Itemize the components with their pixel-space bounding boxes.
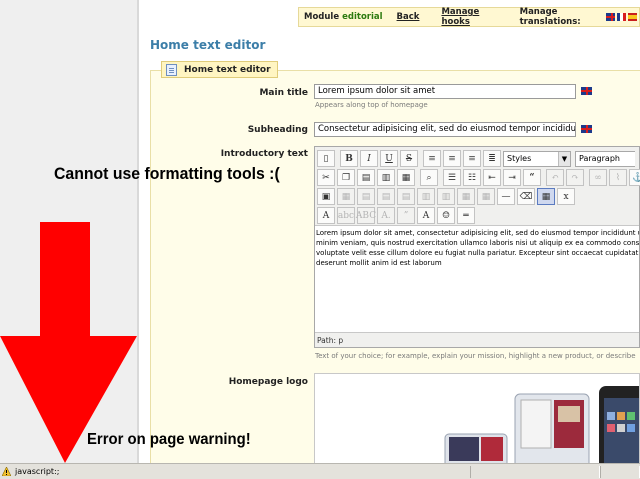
attributes-icon[interactable]: A. (377, 207, 395, 224)
copy-icon[interactable]: ❐ (337, 169, 355, 186)
link-icon[interactable]: ∞ (589, 169, 607, 186)
main-title-input[interactable]: Lorem ipsum dolor sit amet (314, 84, 576, 99)
toolbar-row-2: ✂ ❐ ▤ ▥ ▦ ⌕ ☰ ☷ ⇤ ⇥ “ ↶ ↷ ∞ ⌇ ⚓ (317, 168, 640, 187)
main-title-hint: Appears along top of homepage (315, 101, 428, 109)
paste-icon[interactable]: ▤ (357, 169, 375, 186)
merge-cells-icon[interactable]: ▦ (457, 188, 475, 205)
redo-icon[interactable]: ↷ (566, 169, 584, 186)
main-title-label: Main title (259, 88, 308, 98)
fieldset-legend: Home text editor (161, 61, 278, 78)
editor-line: minim veniam, quis nostrud exercitation … (316, 239, 639, 247)
editor-path-bar: Path: p (317, 336, 344, 345)
editor-line: Lorem ipsum dolor sit amet, consectetur … (316, 229, 639, 237)
cite-icon[interactable]: ” (397, 207, 415, 224)
paste-word-icon[interactable]: ▦ (397, 169, 415, 186)
back-link[interactable]: Back (397, 12, 420, 22)
delete-column-icon[interactable]: ▥ (437, 188, 455, 205)
intro-text-hint: Text of your choice; for example, explai… (315, 352, 636, 360)
homepage-logo-preview (314, 373, 640, 465)
font-color-icon[interactable]: A (317, 207, 335, 224)
manage-translations-label: Manage translations: (519, 7, 581, 27)
rich-text-editor: ▯ B I U S ≡ ≡ ≡ ≣ Styles ▼ Paragraph ✂ ❐… (314, 146, 640, 348)
insert-image-icon[interactable]: ▣ (317, 188, 335, 205)
module-bar: Module editorial Back Manage hooks Manag… (298, 7, 640, 27)
toolbar-row-4: A abc ABC A. ” A ☺ ═ (317, 206, 477, 225)
subscript-icon[interactable]: x (557, 188, 575, 205)
status-text: javascript:; (15, 467, 60, 476)
bullet-list-icon[interactable]: ☰ (443, 169, 461, 186)
flag-uk-icon[interactable] (606, 13, 616, 21)
insert-row-icon[interactable]: ▤ (377, 188, 395, 205)
bold-icon[interactable]: B (340, 150, 358, 167)
table-icon[interactable]: ▦ (337, 188, 355, 205)
homepage-logo-image (444, 386, 639, 464)
module-name: editorial (342, 12, 383, 22)
numbered-list-icon[interactable]: ☷ (463, 169, 481, 186)
acronym-icon[interactable]: ABC (356, 207, 376, 224)
flag-es-icon[interactable] (628, 13, 637, 21)
document-icon (166, 63, 177, 76)
italic-icon[interactable]: I (360, 150, 378, 167)
status-segment (470, 466, 600, 478)
indent-icon[interactable]: ⇥ (503, 169, 521, 186)
row-properties-icon[interactable]: ▤ (357, 188, 375, 205)
subheading-language-flag-icon[interactable] (581, 125, 592, 133)
styles-select[interactable]: Styles ▼ (503, 150, 571, 167)
visual-aid-icon[interactable]: ▦ (537, 188, 555, 205)
page-title: Home text editor (150, 38, 266, 52)
emotions-icon[interactable]: ☺ (437, 207, 455, 224)
browser-status-bar: javascript:; (0, 463, 640, 479)
unlink-icon[interactable]: ⌇ (609, 169, 627, 186)
align-center-icon[interactable]: ≡ (443, 150, 461, 167)
error-annotation: Error on page warning! (87, 431, 251, 448)
main-title-language-flag-icon[interactable] (581, 87, 592, 95)
nonbreaking-icon[interactable]: ═ (457, 207, 475, 224)
undo-icon[interactable]: ↶ (546, 169, 564, 186)
subheading-input[interactable]: Consectetur adipisicing elit, sed do eiu… (314, 122, 576, 137)
align-justify-icon[interactable]: ≣ (483, 150, 501, 167)
formatting-annotation: Cannot use formatting tools :( (54, 164, 280, 183)
toolbar-row-1: ▯ B I U S ≡ ≡ ≡ ≣ Styles ▼ Paragraph (317, 149, 639, 168)
paste-text-icon[interactable]: ▥ (377, 169, 395, 186)
status-segment (600, 466, 640, 478)
styleprops-icon[interactable]: A (417, 207, 435, 224)
find-icon[interactable]: ⌕ (420, 169, 438, 186)
underline-icon[interactable]: U (380, 150, 398, 167)
editor-line: voluptate velit esse cillum dolore eu fu… (316, 249, 639, 257)
strikethrough-icon[interactable]: S (400, 150, 418, 167)
remove-format-icon[interactable]: ⌫ (517, 188, 535, 205)
cut-icon[interactable]: ✂ (317, 169, 335, 186)
format-select[interactable]: Paragraph (575, 150, 635, 167)
horizontal-rule-icon[interactable]: — (497, 188, 515, 205)
chevron-down-icon: ▼ (558, 151, 570, 166)
legend-label: Home text editor (184, 64, 271, 75)
anchor-icon[interactable]: ⚓ (629, 169, 640, 186)
format-select-value: Paragraph (579, 154, 620, 163)
warning-icon[interactable] (2, 467, 11, 476)
toolbar-row-3: ▣ ▦ ▤ ▤ ▤ ▥ ▥ ▦ ▦ — ⌫ ▦ x (317, 187, 577, 206)
subheading-label: Subheading (247, 125, 308, 135)
intro-text-label: Introductory text (220, 149, 308, 159)
align-right-icon[interactable]: ≡ (463, 150, 481, 167)
intro-text-editor-area[interactable]: Lorem ipsum dolor sit amet, consectetur … (315, 225, 639, 333)
styles-select-value: Styles (507, 154, 532, 163)
homepage-logo-label: Homepage logo (228, 377, 308, 387)
insert-column-icon[interactable]: ▥ (417, 188, 435, 205)
manage-hooks-link[interactable]: Manage hooks (441, 7, 497, 27)
split-cells-icon[interactable]: ▦ (477, 188, 495, 205)
module-label: Module (304, 12, 340, 22)
blockquote-icon[interactable]: “ (523, 169, 541, 186)
red-arrow-annotation (0, 222, 137, 463)
outdent-icon[interactable]: ⇤ (483, 169, 501, 186)
align-left-icon[interactable]: ≡ (423, 150, 441, 167)
new-document-icon[interactable]: ▯ (317, 150, 335, 167)
flag-fr-icon[interactable] (617, 13, 627, 21)
delete-row-icon[interactable]: ▤ (397, 188, 415, 205)
editor-line: deserunt mollit anim id est laborum (316, 259, 442, 267)
abbr-icon[interactable]: abc (337, 207, 355, 224)
